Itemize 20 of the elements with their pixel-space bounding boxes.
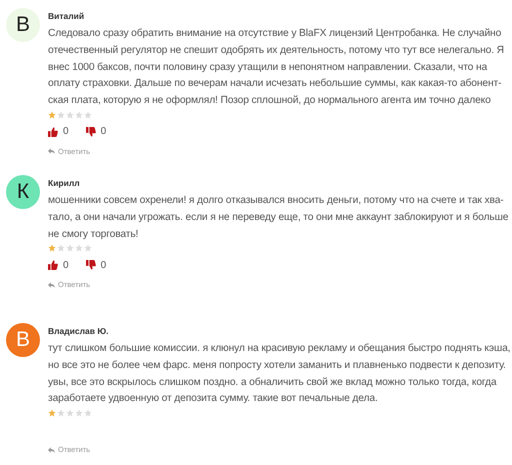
thumbs-down-icon[interactable] bbox=[86, 126, 96, 137]
reply-arrow-icon bbox=[48, 282, 55, 288]
thumbs-down-icon[interactable] bbox=[86, 260, 96, 270]
review-text: тут слишком большие комиссии. я клюнул на красивую рекламу и обещания быстро поднять кэша, но все это не более чем фарс. меня попросту хотели заманить и плавненько подвести к депозиту. увы, все это вскрылось слишком поздно. а обналичить свой же вклад можно только тогда, когда заработаете удвоенную от депозита сумму. такие вот печальные дела. bbox=[48, 342, 512, 406]
thumbs-up-icon[interactable] bbox=[48, 126, 58, 137]
avatar: К bbox=[6, 175, 40, 209]
avatar: В bbox=[6, 8, 40, 42]
thumbs-up-icon[interactable] bbox=[48, 260, 58, 270]
review-text: мошенники совсем охренели! я долго отказывался вносить деньги, потому что на счете и так хва- тало, а они начали угрожать. если я не переведу еще, то они мне аккаунт заблокируют и я больше не смогу торговать! bbox=[48, 194, 510, 242]
review-text: Следовало сразу обратить внимание на отсутствие у BlaFX лицензий Центробанка. Не случайно отечественный регулятор не спешит одобрять их деятельность, потому что тут все нелегально. Я внес 1000 баксов, почти половину сразу утащили в непонятном направлении. Сказали, что на оплату страховки. Дальше по вечерам начали исчезать небольшие суммы, как какая-то абонент- ская плата, которую я не оформлял! Позор сплошной, до нормального агента им точно далеко bbox=[48, 27, 505, 108]
author-name: Владислав Ю. bbox=[48, 326, 110, 336]
author-name: Виталий bbox=[48, 11, 86, 21]
reply-arrow-icon bbox=[48, 446, 55, 453]
reply-arrow-icon bbox=[48, 148, 55, 154]
like-count: 0 bbox=[63, 260, 69, 271]
like-count: 0 bbox=[63, 126, 69, 138]
author-name: Кирилл bbox=[48, 178, 81, 188]
dislike-count: 0 bbox=[100, 126, 106, 138]
avatar: В bbox=[6, 323, 40, 357]
dislike-count: 0 bbox=[100, 260, 106, 271]
